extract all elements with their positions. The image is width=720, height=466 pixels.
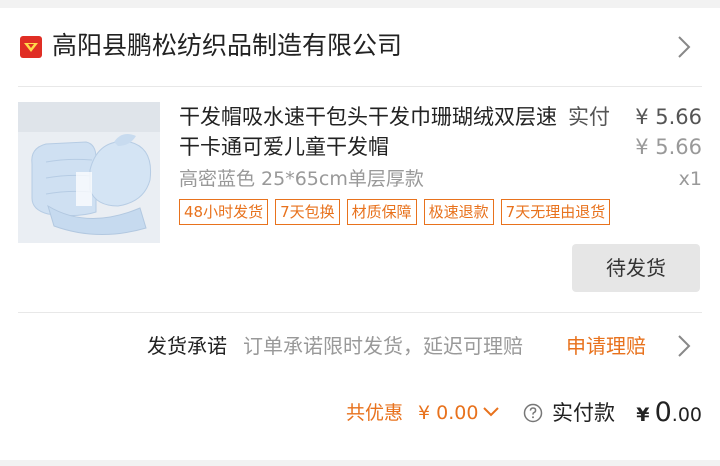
service-tag: 7天包换 — [275, 199, 340, 225]
paid-price: ¥ 5.66 — [635, 105, 702, 129]
service-tags: 48小时发货 7天包换 材质保障 极速退款 7天无理由退货 — [179, 199, 611, 225]
awaiting-shipment-button[interactable]: 待发货 — [572, 244, 700, 292]
discount-label[interactable]: 共优惠 — [346, 396, 403, 430]
total-decimal: .00 — [671, 404, 702, 426]
order-card: 高阳县鹏松纺织品制造有限公司 干发帽吸水速干包头干发巾珊瑚绒双层速干卡通可爱儿童… — [0, 8, 720, 460]
discount-value[interactable]: ¥ 0.00 — [418, 396, 478, 430]
divider — [18, 312, 702, 313]
product-title[interactable]: 干发帽吸水速干包头干发巾珊瑚绒双层速干卡通可爱儿童干发帽 — [179, 102, 571, 162]
total-integer: 0 — [654, 397, 672, 428]
total-amount: ¥ 0.00 — [636, 394, 702, 432]
product-image[interactable] — [18, 102, 160, 243]
product-quantity: x1 — [678, 168, 702, 190]
promise-text: 订单承诺限时发货，延迟可理赔 — [243, 334, 523, 358]
promise-label: 发货承诺 — [147, 334, 227, 358]
original-price: ¥ 5.66 — [635, 135, 702, 159]
chevron-down-icon[interactable] — [482, 404, 500, 418]
apply-claim-link[interactable]: 申请理赔 — [566, 328, 646, 364]
chevron-right-icon[interactable] — [676, 34, 692, 60]
shop-name[interactable]: 高阳县鹏松纺织品制造有限公司 — [52, 28, 402, 64]
service-tag: 材质保障 — [346, 199, 417, 225]
help-icon[interactable] — [523, 403, 543, 423]
service-tag: 极速退款 — [423, 199, 494, 225]
total-currency: ¥ — [636, 404, 650, 426]
paid-label: 实付 — [568, 105, 610, 129]
service-tag: 7天无理由退货 — [500, 199, 611, 225]
shop-header[interactable]: 高阳县鹏松纺织品制造有限公司 — [0, 8, 720, 86]
total-label: 实付款 — [552, 401, 615, 425]
chevron-right-icon[interactable] — [676, 333, 692, 359]
shop-icon — [20, 36, 42, 58]
product-spec: 高密蓝色 25*65cm单层厚款 — [179, 168, 424, 190]
service-tag: 48小时发货 — [179, 199, 269, 225]
divider — [18, 86, 702, 87]
